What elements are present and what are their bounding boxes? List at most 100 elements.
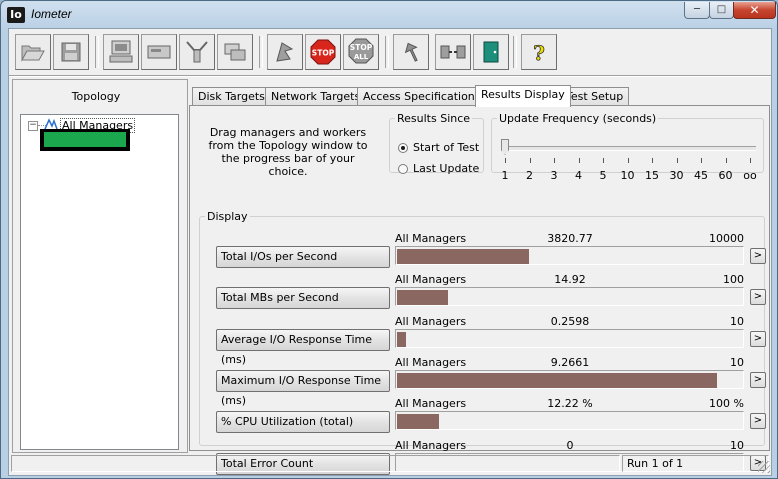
metric-select-button[interactable]: Average I/O Response Time (ms) <box>216 328 390 366</box>
radio-last-update-dot[interactable] <box>398 164 408 174</box>
status-bar: Run 1 of 1 <box>9 453 771 474</box>
tree-item-manager-redacted[interactable] <box>40 129 130 151</box>
title-bar[interactable]: Io Iometer ─ □ ✕ <box>1 1 777 27</box>
drag-instructions: Drag managers and workers from the Topol… <box>208 126 368 178</box>
slider-tick-label: 1 <box>501 169 509 182</box>
metric-progress-fill <box>397 249 529 264</box>
stop-all-button[interactable]: STOP ALL <box>343 34 379 70</box>
radio-last-update[interactable]: Last Update <box>398 162 479 175</box>
slider-tick-label: 30 <box>669 169 684 182</box>
resize-grip[interactable] <box>758 461 770 473</box>
slider-tick-label: 45 <box>694 169 708 182</box>
tab-access-specifications[interactable]: Access Specifications <box>357 87 487 106</box>
slider-tick-label: 4 <box>575 169 582 182</box>
metric-select-button[interactable]: Total I/Os per Second <box>216 246 390 268</box>
slider-tick <box>676 158 678 163</box>
radio-start-of-test-label: Start of Test <box>413 141 480 154</box>
slider-tick <box>578 158 580 163</box>
tab-results-display[interactable]: Results Display <box>475 85 571 107</box>
results-since-legend: Results Since <box>397 112 471 125</box>
metric-max: 10 <box>730 314 744 328</box>
start-flag-icon <box>276 42 294 62</box>
new-disk-worker-button[interactable] <box>141 34 177 70</box>
metric-progress-bar[interactable] <box>395 328 744 348</box>
topology-tree[interactable]: − All Managers <box>20 114 179 450</box>
metric-range-button[interactable]: > <box>750 330 766 347</box>
metric-progress-bar[interactable] <box>395 287 744 307</box>
about-help-icon: ? <box>533 41 546 65</box>
metric-progress-bar[interactable] <box>395 411 744 431</box>
update-frequency-slider[interactable] <box>506 146 756 151</box>
client-area: STOP STOP ALL ? Topology − All Managers … <box>8 28 772 476</box>
open-folder-icon <box>21 45 45 62</box>
metric-manager: All Managers <box>395 232 467 245</box>
new-manager-icon <box>109 40 133 63</box>
metric-row: All Managers 3820.77 10000 Total I/Os per S… <box>200 229 766 268</box>
slider-ticks <box>505 158 755 164</box>
status-pane-main <box>11 455 620 472</box>
tree-collapse-toggle[interactable]: − <box>28 121 38 131</box>
about-button[interactable]: ? <box>521 34 557 70</box>
metric-row: All Managers 12.22 % 100 % % CPU Utilizatio… <box>200 394 766 434</box>
exit-door-icon <box>483 41 499 63</box>
tab-disk-targets[interactable]: Disk Targets <box>192 87 271 106</box>
minimize-button[interactable]: ─ <box>684 2 710 19</box>
exit-button[interactable] <box>473 34 509 70</box>
slider-tick-label: 5 <box>599 169 607 182</box>
metric-value: 0 <box>566 438 574 452</box>
metric-progress-bar[interactable] <box>395 369 744 389</box>
metric-row: All Managers 9.2661 10 Maximum I/O Response… <box>200 353 766 407</box>
stop-all-icon: STOPALL <box>348 38 374 64</box>
metric-value: 14.92 <box>554 273 586 287</box>
metric-range-button[interactable]: > <box>750 289 766 306</box>
new-network-worker-button[interactable] <box>179 34 215 70</box>
metric-select-button[interactable]: Total MBs per Second <box>216 287 390 310</box>
results-since-group: Results Since Start of Test Last Update <box>389 112 484 175</box>
update-frequency-group: Update Frequency (seconds) 1 2 3 4 5 10 15 30 45… <box>491 112 764 182</box>
radio-start-of-test-dot[interactable] <box>398 143 408 153</box>
stop-button[interactable]: STOP <box>305 34 341 70</box>
slider-tick <box>750 158 751 163</box>
radio-start-of-test[interactable]: Start of Test <box>398 141 479 154</box>
slider-tick-label: 15 <box>645 169 659 182</box>
metric-manager: All Managers <box>395 355 467 369</box>
iometer-window: Io Iometer ─ □ ✕ STOP STOP ALL ? Topolog… <box>0 0 778 479</box>
slider-tick <box>529 158 531 163</box>
metric-range-button[interactable]: > <box>750 371 766 388</box>
slider-tick <box>701 158 702 163</box>
radio-last-update-label: Last Update <box>413 162 480 175</box>
metric-progress-fill <box>397 372 717 388</box>
maximize-button[interactable]: □ <box>709 2 734 19</box>
disconnect-icon <box>440 45 466 59</box>
metric-range-button[interactable]: > <box>750 248 766 264</box>
close-button[interactable]: ✕ <box>733 2 776 19</box>
new-manager-button[interactable] <box>103 34 139 70</box>
slider-thumb[interactable] <box>501 139 509 155</box>
metric-max: 10 <box>730 355 744 369</box>
new-disk-worker-icon <box>147 45 171 59</box>
reset-workers-button[interactable] <box>393 34 429 70</box>
metric-select-button[interactable]: % CPU Utilization (total) <box>216 411 390 434</box>
metric-manager: All Managers <box>395 273 467 287</box>
status-run-counter: Run 1 of 1 <box>622 455 769 472</box>
duplicate-worker-button[interactable] <box>217 34 253 70</box>
metric-progress-bar[interactable] <box>395 246 744 265</box>
metric-progress-fill <box>397 331 406 347</box>
metric-max: 100 % <box>709 397 744 411</box>
duplicate-worker-icon <box>224 43 246 61</box>
metric-progress-fill <box>397 414 439 430</box>
metric-value: 12.22 % <box>547 397 593 411</box>
metric-manager: All Managers <box>395 314 467 328</box>
save-button[interactable] <box>53 34 89 70</box>
slider-tick-label: oo <box>743 169 757 182</box>
stop-label: STOP <box>312 49 335 58</box>
new-network-worker-icon <box>186 41 208 63</box>
disconnect-button[interactable] <box>435 34 471 70</box>
slider-tick-label: 10 <box>620 169 635 182</box>
metric-select-button[interactable]: Maximum I/O Response Time (ms) <box>216 369 390 407</box>
metric-range-button[interactable]: > <box>750 413 766 430</box>
save-disk-icon <box>61 42 81 62</box>
open-button[interactable] <box>15 34 51 70</box>
start-tests-button[interactable] <box>267 34 303 70</box>
tab-network-targets[interactable]: Network Targets <box>265 87 367 106</box>
